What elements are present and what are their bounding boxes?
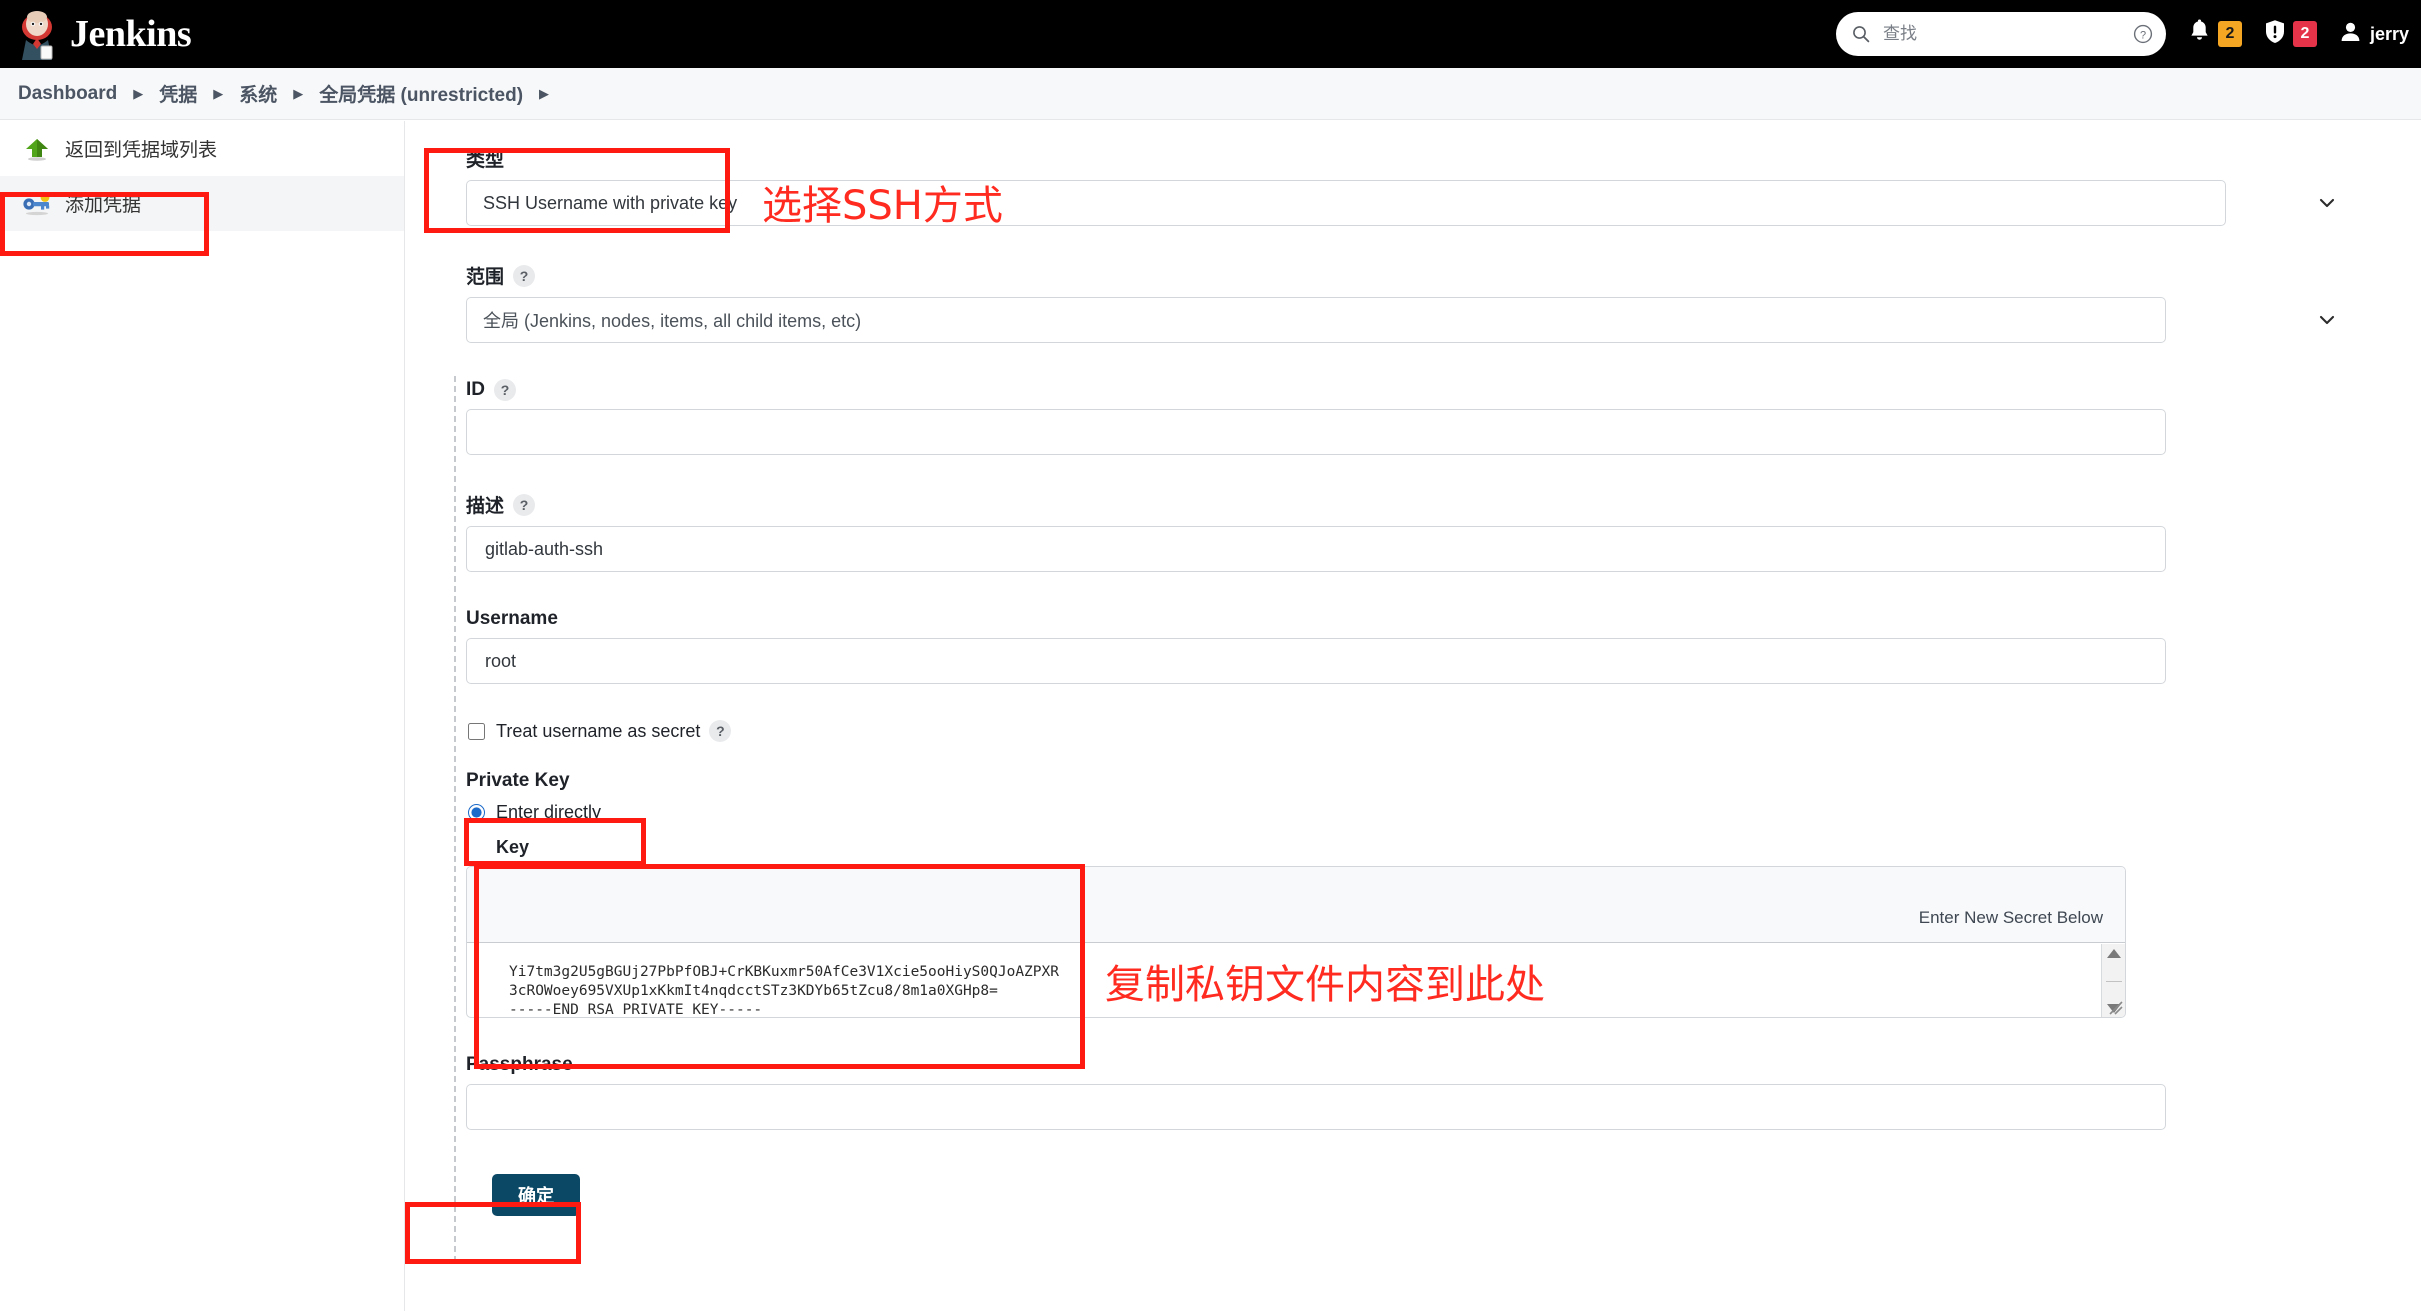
private-key-textarea[interactable]: Yi7tm3g2U5gBGUj27PbPfOBJ+CrKBKuxmr50AfCe… <box>467 943 2125 1017</box>
scroll-up-icon[interactable] <box>2106 949 2121 958</box>
jenkins-brand[interactable]: Jenkins <box>16 0 192 68</box>
description-input-wrapper[interactable] <box>466 526 2166 572</box>
up-arrow-icon <box>22 134 52 164</box>
secret-masked-area: Enter New Secret Below <box>467 867 2125 943</box>
main-content: 类型 SSH Username with private key 范围 ? 全局… <box>406 121 2421 1311</box>
description-input[interactable] <box>483 537 2149 561</box>
field-username: Username <box>454 608 2354 684</box>
type-select-value: SSH Username with private key <box>483 192 738 213</box>
type-select[interactable]: SSH Username with private key <box>466 180 2335 226</box>
sidebar-item-add-credential[interactable]: 添加凭据 <box>0 176 404 231</box>
security-shield-icon <box>2264 19 2286 49</box>
enter-directly-radio[interactable] <box>468 804 485 821</box>
field-passphrase-label: Passphrase <box>466 1054 573 1075</box>
username-label: jerry <box>2369 23 2409 44</box>
field-id: ID ? <box>454 379 2354 455</box>
bell-icon <box>2188 19 2211 49</box>
field-type-label: 类型 <box>466 150 505 171</box>
key-label: Key <box>496 837 530 857</box>
sidebar-item-label: 返回到凭据域列表 <box>65 140 218 161</box>
breadcrumb-item-system[interactable]: 系统 <box>239 80 277 107</box>
user-menu[interactable]: jerry <box>2339 20 2409 48</box>
svg-text:?: ? <box>2140 29 2146 41</box>
notification-count-badge: 2 <box>2217 21 2242 47</box>
sidebar: 返回到凭据域列表 添加凭据 <box>0 121 405 1311</box>
private-key-enter-directly-row[interactable]: Enter directly <box>468 802 2354 823</box>
help-icon[interactable]: ? <box>709 720 732 742</box>
search-icon <box>1852 25 1870 43</box>
breadcrumb-item-dashboard[interactable]: Dashboard <box>18 83 117 105</box>
scope-select[interactable]: 全局 (Jenkins, nodes, items, all child ite… <box>466 297 2335 343</box>
treat-username-as-secret-label: Treat username as secret <box>496 720 701 741</box>
security-count-badge: 2 <box>2292 21 2317 47</box>
help-icon[interactable]: ? <box>513 264 536 287</box>
chevron-down-icon <box>2318 312 2336 328</box>
field-id-label: ID ? <box>466 379 2354 401</box>
notifications-button[interactable]: 2 <box>2188 19 2242 49</box>
breadcrumb-item-global-credentials[interactable]: 全局凭据 (unrestricted) <box>319 80 523 107</box>
field-description-label: 描述 ? <box>466 491 2354 518</box>
form-rail-divider <box>454 376 456 1262</box>
search-input[interactable] <box>1880 23 2111 45</box>
id-input[interactable] <box>483 420 2149 444</box>
field-scope-label: 范围 ? <box>466 262 2354 289</box>
credential-form: 类型 SSH Username with private key 范围 ? 全局… <box>454 121 2354 1262</box>
help-icon[interactable]: ? <box>494 379 516 401</box>
secret-hint-label: Enter New Secret Below <box>1918 908 2103 927</box>
help-icon[interactable]: ? <box>513 493 536 516</box>
username-input-wrapper[interactable] <box>466 638 2166 684</box>
field-username-label: Username <box>466 608 558 629</box>
username-input[interactable] <box>483 649 2149 673</box>
field-description: 描述 ? <box>454 491 2354 572</box>
private-key-secret-box[interactable]: Enter New Secret Below Yi7tm3g2U5gBGUj27… <box>466 866 2126 1018</box>
field-passphrase: Passphrase <box>454 1054 2354 1130</box>
enter-directly-label: Enter directly <box>496 802 602 822</box>
jenkins-credentials-page: Jenkins ? <box>0 0 2421 1311</box>
passphrase-input[interactable] <box>483 1095 2149 1119</box>
private-key-label: Private Key <box>466 770 570 791</box>
passphrase-input-wrapper[interactable] <box>466 1084 2166 1130</box>
treat-username-as-secret-row[interactable]: Treat username as secret ? <box>468 720 2354 742</box>
breadcrumb-separator-icon: ▶ <box>213 85 224 101</box>
breadcrumb-separator-icon: ▶ <box>133 85 144 101</box>
breadcrumb-dropdown-icon[interactable]: ▶ <box>539 86 549 102</box>
sidebar-item-label: 添加凭据 <box>65 195 142 216</box>
id-input-wrapper[interactable] <box>466 409 2166 455</box>
global-search[interactable]: ? <box>1835 12 2166 56</box>
form-actions: 确定 <box>492 1174 2354 1216</box>
key-icon <box>22 189 52 219</box>
breadcrumb: Dashboard ▶ 凭据 ▶ 系统 ▶ 全局凭据 (unrestricted… <box>0 68 2421 120</box>
app-header: Jenkins ? <box>0 0 2421 68</box>
submit-button[interactable]: 确定 <box>492 1174 580 1216</box>
jenkins-logo-icon <box>16 8 60 60</box>
field-scope: 范围 ? 全局 (Jenkins, nodes, items, all chil… <box>454 262 2354 343</box>
sidebar-item-back-to-domains[interactable]: 返回到凭据域列表 <box>0 121 404 176</box>
chevron-down-icon <box>2318 195 2336 211</box>
brand-title: Jenkins <box>70 13 192 55</box>
scope-select-value: 全局 (Jenkins, nodes, items, all child ite… <box>483 311 862 331</box>
help-circle-icon[interactable]: ? <box>2132 23 2154 45</box>
field-type: 类型 SSH Username with private key <box>454 145 2354 226</box>
user-avatar-icon <box>2339 20 2362 48</box>
scroll-divider <box>2105 980 2122 982</box>
treat-username-as-secret-checkbox[interactable] <box>468 722 485 740</box>
breadcrumb-separator-icon: ▶ <box>293 85 304 101</box>
security-button[interactable]: 2 <box>2264 19 2317 49</box>
resize-grip-icon[interactable] <box>2104 996 2124 1016</box>
breadcrumb-item-credentials[interactable]: 凭据 <box>159 80 197 107</box>
header-right-cluster: ? 2 <box>1835 0 2421 68</box>
